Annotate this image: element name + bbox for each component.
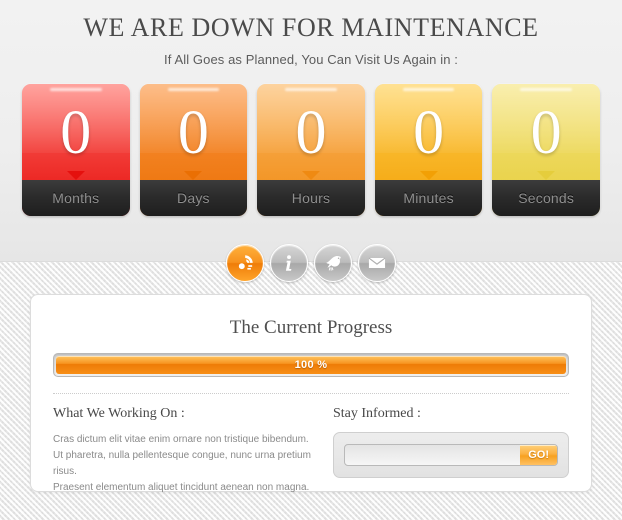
- countdown-unit-label-bar: Minutes: [374, 180, 483, 216]
- maintenance-page: WE ARE DOWN FOR MAINTENANCE If All Goes …: [0, 0, 622, 520]
- working-on-heading: What We Working On :: [53, 406, 185, 421]
- countdown-unit-value: 0: [295, 99, 327, 167]
- rss-refresh-icon[interactable]: [226, 244, 264, 282]
- progress-panel: The Current Progress 100 % What We Worki…: [30, 294, 592, 493]
- countdown-unit-months: 0 Months: [22, 84, 130, 216]
- page-header: WE ARE DOWN FOR MAINTENANCE If All Goes …: [0, 12, 622, 67]
- countdown-unit-label: Hours: [291, 190, 331, 206]
- countdown-unit-notch: [419, 171, 438, 180]
- countdown-unit-notch: [301, 171, 320, 180]
- social-icon-row: [0, 244, 622, 282]
- page-title: WE ARE DOWN FOR MAINTENANCE: [83, 13, 539, 42]
- countdown-unit-label-bar: Hours: [257, 180, 365, 216]
- working-on-line: Praesent elementum aliquet tincidunt aen…: [53, 482, 310, 493]
- countdown-unit-value: 0: [530, 99, 562, 167]
- subscribe-form: GO!: [333, 432, 569, 478]
- countdown-unit-label-bar: Days: [139, 180, 248, 216]
- countdown-unit-label-bar: Seconds: [492, 180, 600, 216]
- countdown-timer: 0 Months 0 Days 0 Hours 0 Minutes 0 Seconds: [22, 84, 600, 216]
- countdown-unit-value: 0: [60, 99, 92, 167]
- working-on-lines: Cras dictum elit vitae enim ornare non t…: [53, 432, 333, 496]
- countdown-unit-label: Minutes: [403, 190, 454, 206]
- countdown-unit-notch: [66, 171, 85, 180]
- countdown-unit-notch: [537, 171, 556, 180]
- subscribe-heading: Stay Informed :: [333, 406, 421, 421]
- working-on-column: What We Working On : Cras dictum elit vi…: [53, 406, 333, 496]
- subscribe-field-wrapper: GO!: [344, 444, 558, 466]
- countdown-unit-seconds: 0 Seconds: [492, 84, 600, 216]
- countdown-unit-notch: [184, 171, 203, 180]
- panel-columns: What We Working On : Cras dictum elit vi…: [53, 406, 569, 496]
- twitter-bird-icon[interactable]: [314, 244, 352, 282]
- countdown-unit-label: Months: [52, 190, 100, 206]
- countdown-unit-days: 0 Days: [139, 84, 248, 216]
- countdown-unit-label: Days: [177, 190, 210, 206]
- countdown-unit-value: 0: [177, 99, 209, 167]
- countdown-unit-minutes: 0 Minutes: [374, 84, 483, 216]
- progress-bar-fill: 100 %: [56, 356, 566, 374]
- countdown-unit-hours: 0 Hours: [257, 84, 365, 216]
- subscribe-go-button[interactable]: GO!: [520, 445, 557, 465]
- info-icon[interactable]: [270, 244, 308, 282]
- progress-percent-label: 100 %: [294, 359, 328, 371]
- panel-divider: [53, 393, 569, 394]
- countdown-unit-label: Seconds: [518, 190, 575, 206]
- subscribe-column: Stay Informed : GO!: [333, 406, 569, 496]
- email-input[interactable]: [345, 445, 521, 465]
- progress-panel-title: The Current Progress: [229, 317, 393, 338]
- envelope-icon[interactable]: [358, 244, 396, 282]
- working-on-line: Ut pharetra, nulla pellentesque congue, …: [53, 450, 311, 477]
- progress-bar-track: 100 %: [53, 353, 569, 377]
- working-on-line: Cras dictum elit vitae enim ornare non t…: [53, 434, 309, 445]
- countdown-unit-value: 0: [413, 99, 445, 167]
- countdown-unit-label-bar: Months: [22, 180, 130, 216]
- page-subtitle: If All Goes as Planned, You Can Visit Us…: [164, 52, 458, 67]
